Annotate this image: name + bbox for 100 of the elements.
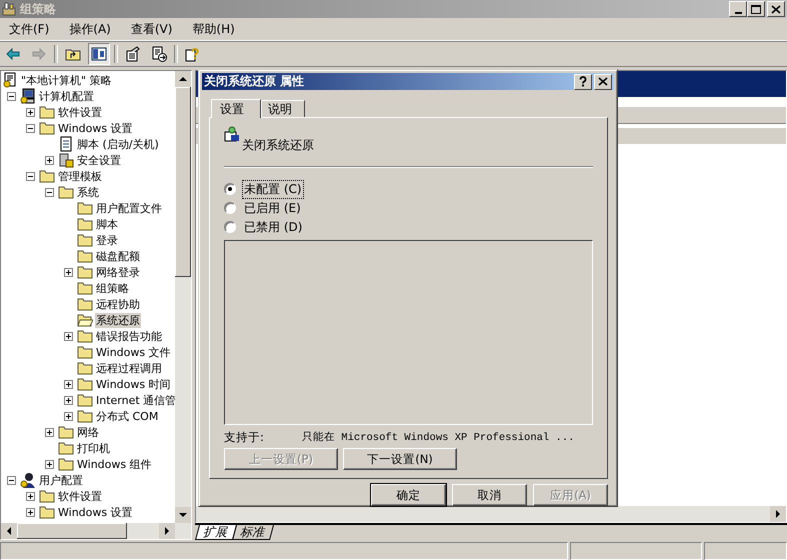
collapse-icon[interactable] xyxy=(26,172,34,180)
menu-item[interactable]: 帮助(H) xyxy=(185,20,242,38)
menu-item[interactable]: 文件(F) xyxy=(2,20,56,38)
expand-icon[interactable] xyxy=(64,268,72,276)
tree-item[interactable]: 管理模板 xyxy=(57,168,103,184)
folder-icon xyxy=(58,184,74,200)
menu-item[interactable]: 查看(V) xyxy=(124,20,180,38)
server-lock-icon xyxy=(58,152,74,168)
tree-item[interactable]: 打印机 xyxy=(76,440,111,456)
radio-button[interactable] xyxy=(224,202,236,214)
horizontal-scrollbar[interactable] xyxy=(1,523,191,539)
folder-icon xyxy=(39,488,55,504)
expand-icon[interactable] xyxy=(44,156,54,164)
tree-item[interactable]: Windows 设置 xyxy=(57,120,134,136)
folder-icon xyxy=(39,168,55,184)
collapse-icon[interactable] xyxy=(6,476,16,484)
back-arrow-icon xyxy=(5,46,21,62)
close-button[interactable] xyxy=(594,74,612,90)
setting-title: 关闭系统还原 xyxy=(242,136,314,154)
tree-item[interactable]: "本地计算机" 策略 xyxy=(20,72,113,88)
forward-arrow-icon xyxy=(31,46,47,62)
scroll-up-icon[interactable] xyxy=(175,71,191,87)
radio-button[interactable] xyxy=(224,183,236,196)
tree-item[interactable]: 脚本 (启动/关机) xyxy=(76,136,160,152)
tree-item[interactable]: 系统 xyxy=(76,184,100,200)
tree-item[interactable]: Windows 时间 xyxy=(95,376,172,392)
tab[interactable]: 设置 xyxy=(211,99,261,118)
folder-icon xyxy=(58,456,74,472)
folder-icon xyxy=(77,264,93,280)
tree-item[interactable]: Windows 设置 xyxy=(57,504,134,520)
tree-item[interactable]: 脚本 xyxy=(95,216,119,232)
expand-icon[interactable] xyxy=(44,428,54,436)
minimize-button[interactable] xyxy=(729,1,747,17)
tree-item[interactable]: 错误报告功能 xyxy=(95,328,163,344)
tree-pane-button[interactable] xyxy=(88,43,110,65)
menu-item[interactable]: 操作(A) xyxy=(62,20,118,38)
window-title: 组策略 xyxy=(20,0,56,18)
folder-icon xyxy=(77,200,93,216)
view-tab[interactable]: 扩展 xyxy=(195,525,237,540)
radio-button[interactable] xyxy=(224,221,236,234)
view-tab[interactable]: 标准 xyxy=(232,525,274,540)
dialog-title: 关闭系统还原 属性 xyxy=(204,73,304,90)
folder-icon xyxy=(77,392,93,408)
maximize-button[interactable] xyxy=(747,1,765,17)
script-document-icon xyxy=(58,136,74,152)
tree-item[interactable]: 系统还原 xyxy=(95,312,141,328)
cancel-button[interactable]: 取消 xyxy=(452,484,527,506)
scroll-thumb[interactable] xyxy=(175,87,191,277)
tree-item[interactable]: 用户配置 xyxy=(38,472,84,488)
open-folder-icon xyxy=(77,312,93,328)
tree-item[interactable]: 登录 xyxy=(95,232,119,248)
expand-icon[interactable] xyxy=(64,332,72,340)
scroll-down-icon[interactable] xyxy=(175,507,191,523)
folder-icon xyxy=(58,440,74,456)
expand-icon[interactable] xyxy=(26,492,34,500)
expand-icon[interactable] xyxy=(44,460,54,468)
collapse-icon[interactable] xyxy=(44,188,54,196)
app-icon xyxy=(2,2,16,16)
tree-item[interactable]: 网络 xyxy=(76,424,100,440)
expand-icon[interactable] xyxy=(26,108,34,116)
help-button[interactable] xyxy=(574,74,592,90)
radio-label[interactable]: 未配置 (C) xyxy=(242,180,304,199)
tree-item[interactable]: 安全设置 xyxy=(76,152,122,168)
tree-item[interactable]: 用户配置文件 xyxy=(95,200,163,216)
expand-icon[interactable] xyxy=(26,508,34,516)
ok-button[interactable]: 确定 xyxy=(371,484,446,506)
expand-icon[interactable] xyxy=(64,380,72,388)
horizontal-scrollbar[interactable] xyxy=(196,506,786,522)
radio-label[interactable]: 已启用 (E) xyxy=(242,198,303,218)
expand-icon[interactable] xyxy=(64,412,72,420)
folder-icon xyxy=(77,232,93,248)
next-setting-button[interactable]: 下一设置(N) xyxy=(343,448,457,470)
tree-item[interactable]: 网络登录 xyxy=(95,264,141,280)
collapse-icon[interactable] xyxy=(6,92,16,100)
close-icon xyxy=(769,2,783,16)
tree-pane-icon xyxy=(91,46,107,62)
folder-icon xyxy=(77,328,93,344)
expand-icon[interactable] xyxy=(64,396,72,404)
tree-item[interactable]: 分布式 COM xyxy=(95,408,160,424)
tree-item[interactable]: 远程过程调用 xyxy=(95,360,163,376)
close-button[interactable] xyxy=(767,1,785,17)
tree-item[interactable]: 组策略 xyxy=(95,280,130,296)
tree-item[interactable]: 磁盘配额 xyxy=(95,248,141,264)
tree-item[interactable]: 软件设置 xyxy=(57,488,103,504)
folder-icon xyxy=(77,360,93,376)
scroll-right-icon[interactable] xyxy=(159,523,175,539)
supported-value: 只能在 Microsoft Windows XP Professional ... xyxy=(302,430,574,444)
scroll-right-icon[interactable] xyxy=(770,506,786,522)
tree-item[interactable]: 软件设置 xyxy=(57,104,103,120)
tab[interactable]: 说明 xyxy=(261,100,305,117)
collapse-icon[interactable] xyxy=(26,124,34,132)
tree-item[interactable]: 远程协助 xyxy=(95,296,141,312)
radio-label[interactable]: 已禁用 (D) xyxy=(242,218,304,237)
policy-setting-icon xyxy=(224,126,240,142)
scroll-thumb[interactable] xyxy=(17,523,127,539)
tree-item[interactable]: 计算机配置 xyxy=(38,88,95,104)
tree-item[interactable]: Windows 文件 xyxy=(95,344,172,360)
tree-item[interactable]: Windows 组件 xyxy=(76,456,153,472)
vertical-scrollbar[interactable] xyxy=(175,71,191,523)
scroll-left-icon[interactable] xyxy=(1,523,17,539)
